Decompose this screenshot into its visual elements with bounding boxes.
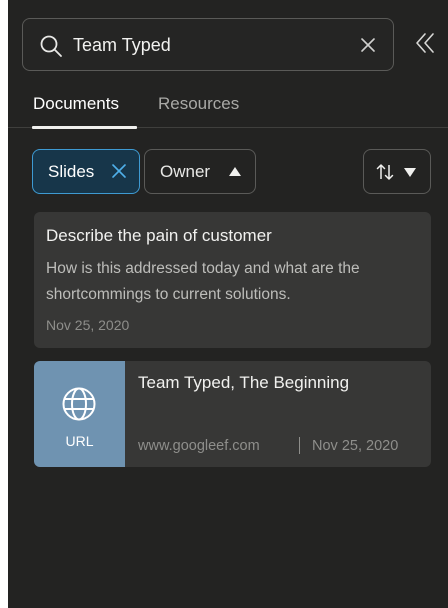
card-title: Describe the pain of customer [46, 226, 272, 245]
search-input[interactable] [73, 29, 343, 61]
card-description: How is this addressed today and what are… [46, 260, 360, 303]
tab-resources[interactable]: Resources [158, 94, 239, 114]
documents-panel: Documents Resources Slides Owner Describ… [8, 0, 448, 608]
sort-arrows-icon [376, 164, 394, 180]
triangle-up-icon [229, 167, 241, 176]
tab-documents[interactable]: Documents [33, 94, 119, 114]
card-date: Nov 25, 2020 [312, 438, 399, 454]
double-chevron-left-icon[interactable] [414, 32, 436, 54]
url-thumbnail: URL [34, 361, 125, 467]
close-icon[interactable] [111, 163, 127, 179]
card-title: Team Typed, The Beginning [138, 373, 350, 392]
url-type-label: URL [65, 433, 94, 449]
close-icon[interactable] [359, 36, 377, 54]
tab-bar: Documents Resources [8, 90, 448, 129]
card-date: Nov 25, 2020 [46, 317, 130, 333]
active-tab-indicator [32, 126, 137, 129]
divider [299, 437, 300, 454]
search-box[interactable] [22, 18, 394, 71]
triangle-down-icon [404, 168, 416, 177]
slides-filter-label: Slides [48, 161, 95, 181]
document-card-url[interactable]: URL Team Typed, The Beginning www.google… [34, 361, 431, 467]
slides-filter-chip[interactable]: Slides [32, 149, 140, 194]
owner-filter-label: Owner [160, 161, 211, 181]
search-icon [40, 35, 62, 57]
globe-icon [62, 387, 96, 421]
card-domain: www.googleef.com [138, 438, 260, 454]
owner-filter-dropdown[interactable]: Owner [144, 149, 256, 194]
sort-button[interactable] [363, 149, 431, 194]
document-card-note[interactable]: Describe the pain of customer How is thi… [34, 212, 431, 348]
